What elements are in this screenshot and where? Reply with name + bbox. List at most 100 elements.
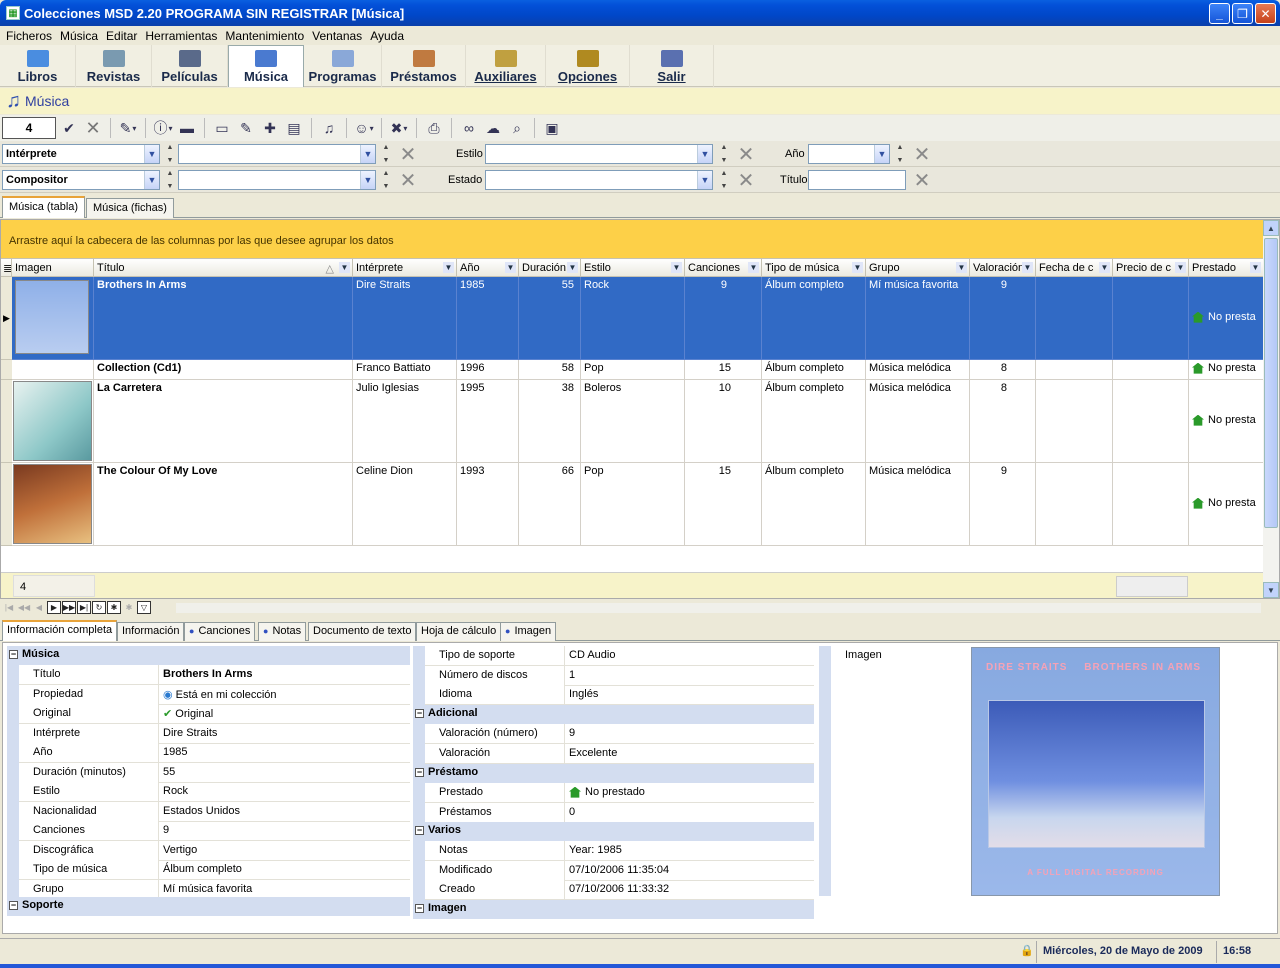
cell-tipo[interactable]: Álbum completo [762,463,866,546]
menu-ventanas[interactable]: Ventanas [308,29,366,43]
property-value[interactable]: Excelente [567,744,617,763]
info-icon[interactable]: ⓘ [152,118,174,138]
filter-spin[interactable]: ▲ ▼ [164,170,176,190]
property-row[interactable]: Título Brothers In Arms [19,665,410,685]
menu-ficheros[interactable]: Ficheros [2,29,56,43]
property-value[interactable]: 0 [567,803,575,822]
property-value[interactable]: ◉ Está en mi colección [161,685,277,704]
row-indicator[interactable] [1,380,12,463]
cell-prestado[interactable]: No presta [1189,463,1264,546]
property-value[interactable]: 55 [161,763,175,782]
col-duracion[interactable]: Duración ▼ [519,258,581,277]
cell-prestado[interactable]: No presta [1189,277,1264,360]
edit-record-icon[interactable]: ✎ [235,118,257,138]
property-row[interactable]: Modificado 07/10/2006 11:35:04 [425,860,814,881]
grid-horizontal-scrollbar[interactable] [176,603,1261,613]
property-value[interactable]: 1 [567,666,575,685]
cell-tipo[interactable]: Álbum completo [762,380,866,463]
property-value[interactable]: 9 [161,821,169,840]
row-indicator[interactable]: ▶ [1,277,12,360]
cell-anio[interactable]: 1995 [457,380,519,463]
clear-filter-icon[interactable]: ✕ [397,170,419,192]
category-adicional[interactable]: − Adicional [413,705,814,724]
property-value[interactable]: ✔ Original [161,704,213,723]
filter-spin[interactable]: ▲ ▼ [894,144,906,164]
table-row[interactable] [12,380,94,463]
property-row[interactable]: Notas Year: 1985 [425,841,814,861]
filter-spin[interactable]: ▲ ▼ [164,144,176,164]
col-canciones[interactable]: Canciones ▼ [685,258,762,277]
cloud-icon[interactable]: ☁ [482,118,504,138]
cell-grupo[interactable]: Música melódica [866,360,970,380]
songs-icon[interactable]: ♫ [318,118,340,138]
property-row[interactable]: Duración (minutos) 55 [19,762,410,783]
cell-anio[interactable]: 1996 [457,360,519,380]
property-row[interactable]: Valoración Excelente [425,743,814,764]
tab-informacion[interactable]: Información [117,622,185,641]
search-icon[interactable]: ⌕ [506,118,528,138]
last-record-icon[interactable]: ▶| [77,600,91,614]
cell-grupo[interactable]: Mí música favorita [866,277,970,360]
property-row[interactable]: Idioma Inglés [425,685,814,705]
tab-informacion-completa[interactable]: Información completa [2,620,118,641]
cell-duracion[interactable]: 55 [519,277,581,360]
col-grupo[interactable]: Grupo ▼ [866,258,970,277]
collapse-icon[interactable]: − [9,649,18,659]
clear-filter-icon[interactable]: ✕ [397,144,419,166]
col-valoracion[interactable]: Valoración ▼ [970,258,1036,277]
cell-estilo[interactable]: Rock [581,277,685,360]
category-musica[interactable]: − Música [7,646,410,665]
cell-duracion[interactable]: 38 [519,380,581,463]
property-value[interactable]: Dire Straits [161,724,217,743]
cell-fecha[interactable] [1036,360,1113,380]
filter-field-select[interactable]: Compositor ▼ [2,170,160,190]
collapse-icon[interactable]: − [9,900,18,910]
property-value[interactable]: 07/10/2006 11:35:04 [567,861,669,880]
property-value[interactable]: Álbum completo [161,860,242,879]
cell-prestado[interactable]: No presta [1189,380,1264,463]
property-value[interactable]: Mí música favorita [161,880,252,899]
property-row[interactable]: Propiedad ◉ Está en mi colección [19,684,410,705]
close-button[interactable]: ✕ [1255,3,1276,24]
property-value[interactable]: Brothers In Arms [161,665,252,684]
cell-fecha[interactable] [1036,380,1113,463]
folder-icon[interactable]: ▬ [176,118,198,138]
cell-canciones[interactable]: 15 [685,463,762,546]
cell-grupo[interactable]: Música melódica [866,463,970,546]
col-prestado[interactable]: Prestado ▼ [1189,258,1264,277]
property-row[interactable]: Creado 07/10/2006 11:33:32 [425,880,814,900]
cell-valoracion[interactable]: 8 [970,360,1036,380]
cell-titulo[interactable]: Collection (Cd1) [94,360,353,380]
next-page-icon[interactable]: ▶▶ [62,600,76,614]
next-record-icon[interactable]: ▶ [47,600,61,614]
duplicate-record-icon[interactable]: ▤ [283,118,305,138]
property-row[interactable]: Número de discos 1 [425,665,814,686]
anio-select[interactable]: ▼ [808,144,890,164]
table-row[interactable] [12,463,94,546]
cell-fecha[interactable] [1036,463,1113,546]
monitor-icon[interactable]: ▭ [211,118,233,138]
cell-titulo[interactable]: Brothers In Arms [94,277,353,360]
tab-hoja-calculo[interactable]: Hoja de cálculo [416,622,502,641]
filter-icon[interactable]: ▽ [137,600,151,614]
property-row[interactable]: Año 1985 [19,743,410,763]
property-value[interactable]: 1985 [161,743,187,762]
link-icon[interactable]: ∞ [458,118,480,138]
cell-precio[interactable] [1113,463,1189,546]
cell-canciones[interactable]: 9 [685,277,762,360]
cell-titulo[interactable]: La Carretera [94,380,353,463]
cell-titulo[interactable]: The Colour Of My Love [94,463,353,546]
nav-libros[interactable]: Libros [0,45,76,87]
cancel-filter-icon[interactable]: ✕ [82,118,104,138]
cell-canciones[interactable]: 10 [685,380,762,463]
cell-interprete[interactable]: Celine Dion [353,463,457,546]
clear-filter-icon[interactable]: ✕ [735,170,757,192]
accept-filter-icon[interactable]: ✔ [58,118,80,138]
minimize-button[interactable]: _ [1209,3,1230,24]
collapse-icon[interactable]: − [415,767,424,777]
property-value[interactable]: 9 [567,724,575,743]
cell-grupo[interactable]: Música melódica [866,380,970,463]
loan-icon[interactable]: ☺ [353,118,375,138]
menu-musica[interactable]: Música [56,29,102,43]
property-row[interactable]: Intérprete Dire Straits [19,723,410,744]
